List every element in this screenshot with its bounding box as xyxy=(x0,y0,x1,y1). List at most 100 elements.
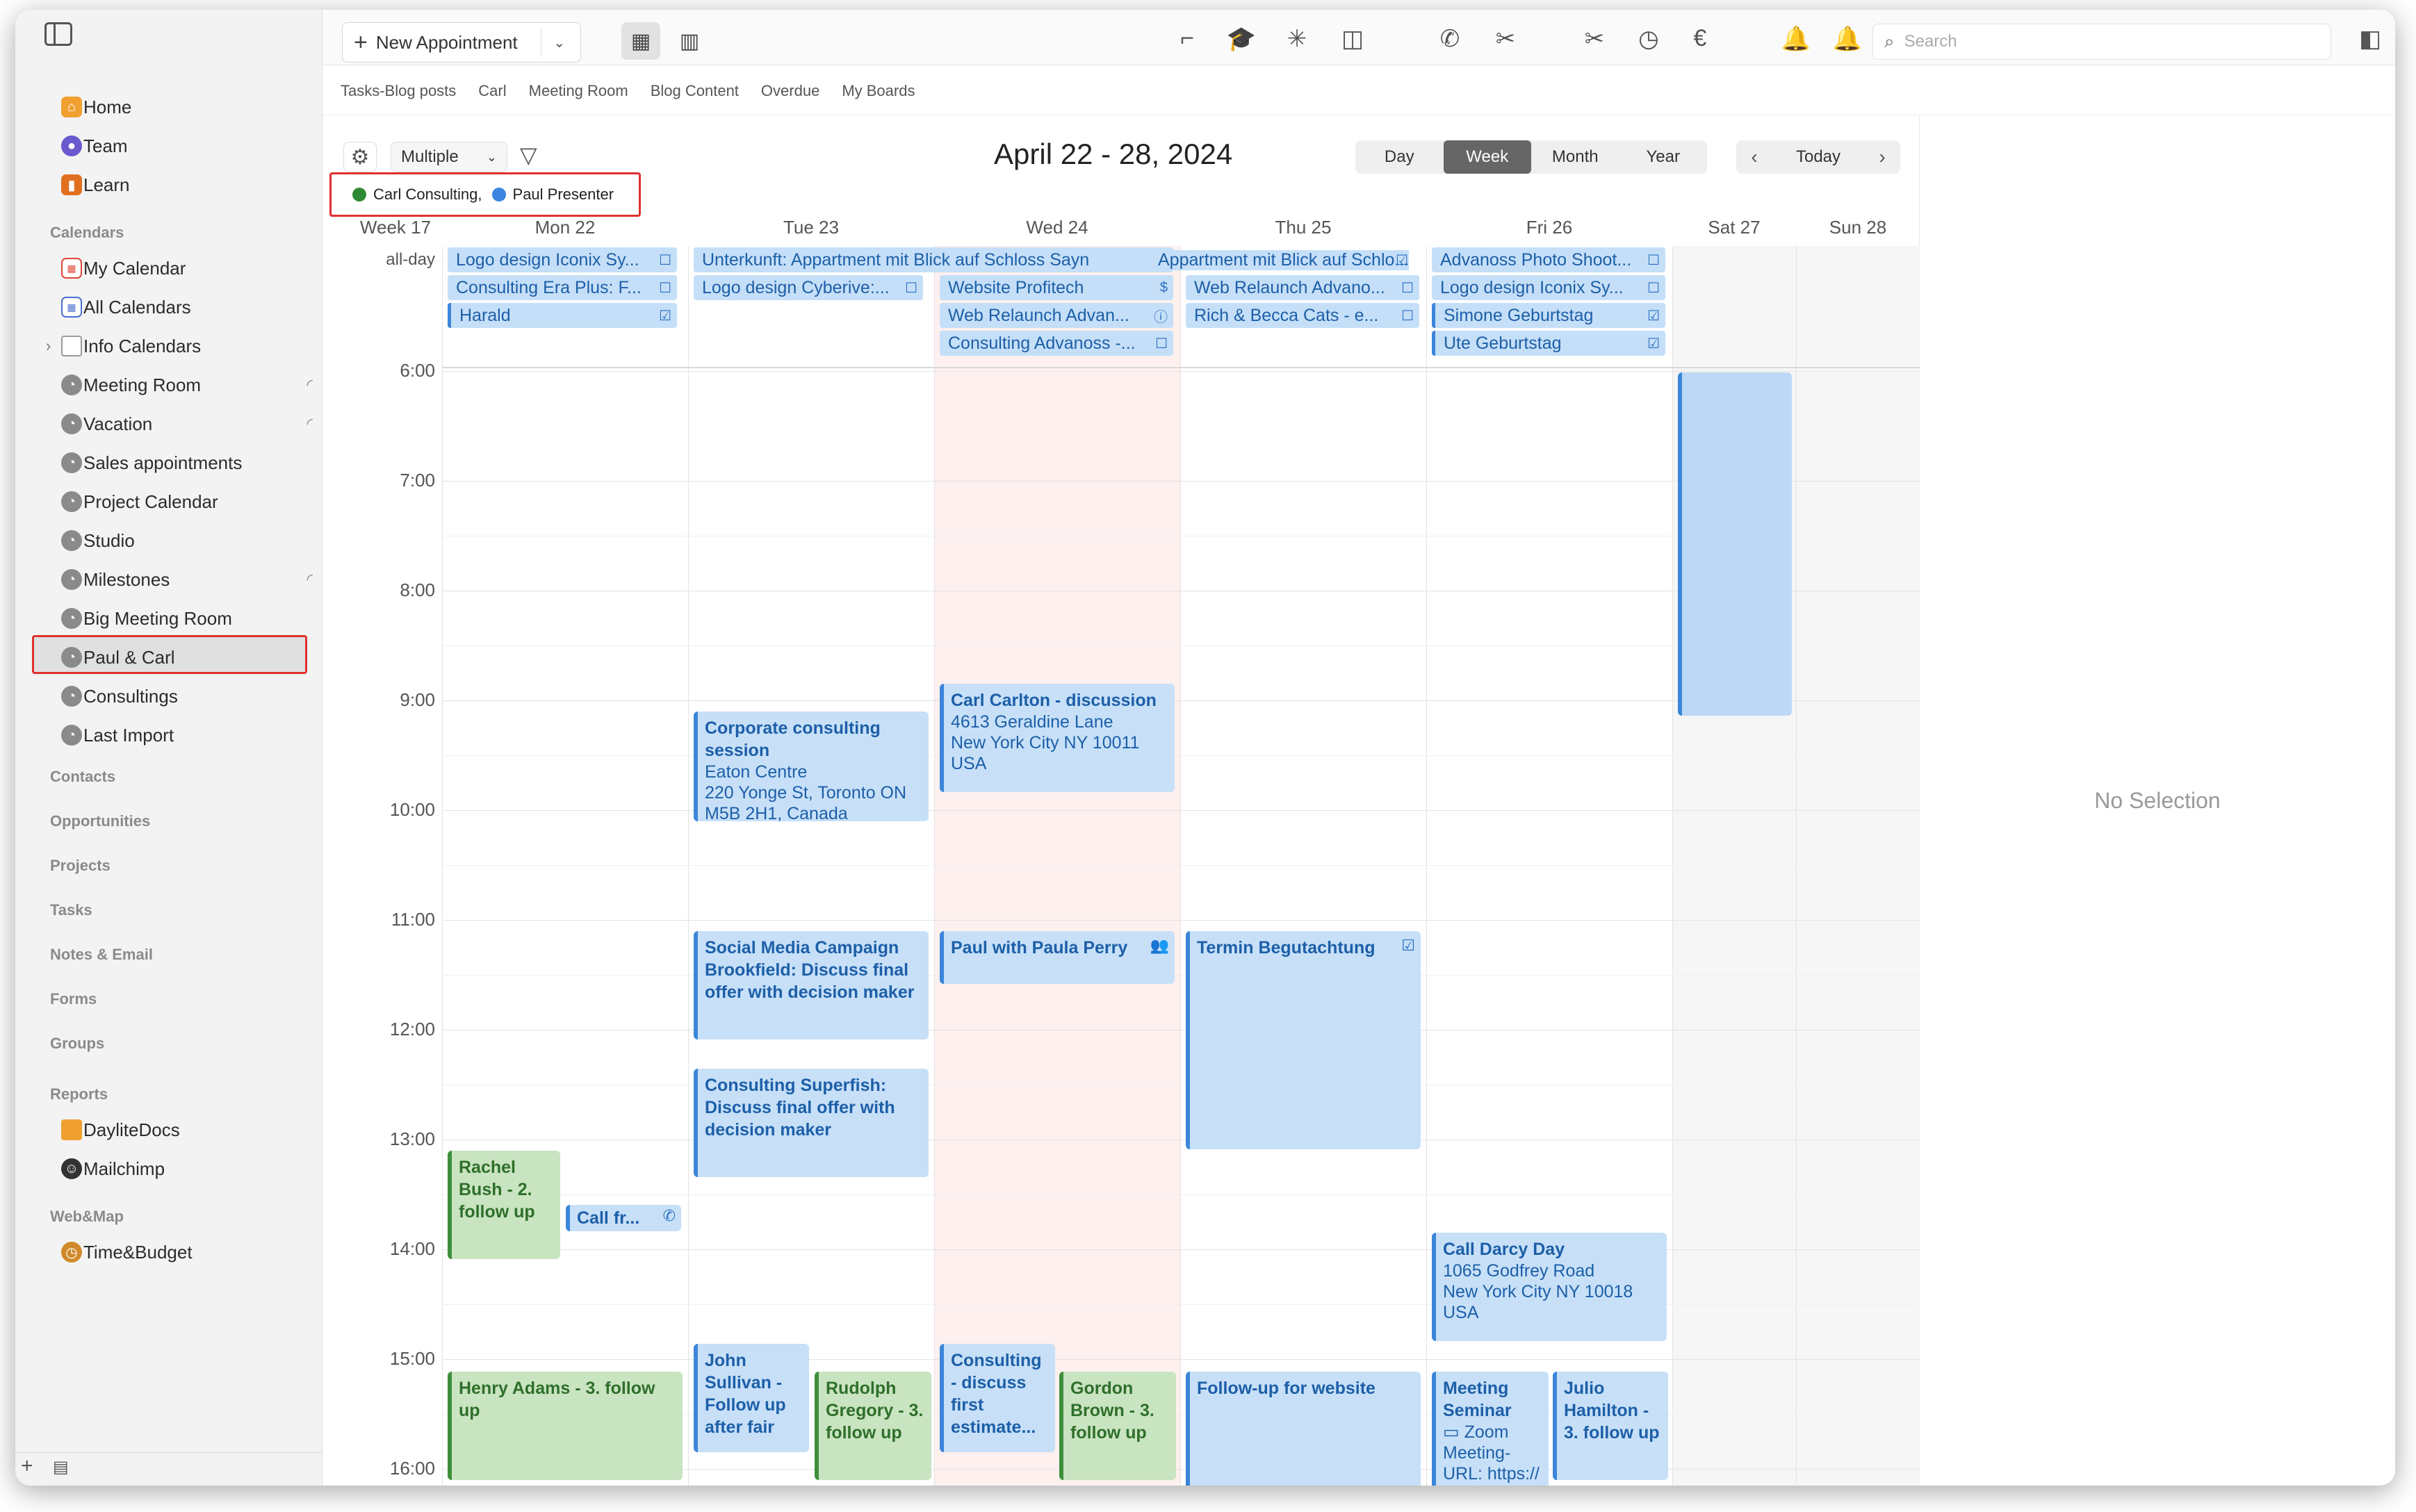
sidebar-item-mailchimp[interactable]: ☺ Mailchimp xyxy=(50,1149,321,1188)
allday-event[interactable]: Web Relaunch Advan... ⓘ xyxy=(940,303,1173,328)
reports-heading[interactable]: Reports xyxy=(50,1066,321,1110)
checked-checkbox-icon[interactable]: ☑ xyxy=(659,307,671,324)
calendars-heading[interactable]: Calendars xyxy=(50,204,321,249)
phone-icon[interactable]: ✆ xyxy=(1435,25,1465,53)
sidebar-section-notes-email[interactable]: Notes & Email xyxy=(50,932,321,977)
filter-icon[interactable]: ▽ xyxy=(520,142,537,168)
checkbox-icon[interactable]: ☐ xyxy=(659,279,671,297)
day-header-fri[interactable]: Fri 26 xyxy=(1426,217,1672,245)
day-header-sat[interactable]: Sat 27 xyxy=(1672,217,1796,245)
event-consulting-superfish[interactable]: Consulting Superfish: Discuss final offe… xyxy=(694,1069,929,1177)
checkbox-icon[interactable]: ☐ xyxy=(659,252,671,269)
day-header-thu[interactable]: Thu 25 xyxy=(1180,217,1426,245)
active-calendars-filter[interactable]: Carl Consulting, Paul Presenter xyxy=(329,172,641,217)
sparkle-icon[interactable]: ✳ xyxy=(1282,25,1312,53)
saturday-event-block[interactable] xyxy=(1678,372,1792,716)
new-appointment-button[interactable]: + New Appointment ⌄ xyxy=(342,22,581,63)
event-social-media-campaign[interactable]: Social Media Campaign Brookfield: Discus… xyxy=(694,931,929,1040)
day-header-wed[interactable]: Wed 24 xyxy=(934,217,1180,245)
allday-event[interactable]: Logo design Iconix Sy... ☐ xyxy=(1432,275,1665,300)
sidebar-item-consultings[interactable]: ◔ Consultings xyxy=(50,677,321,716)
checked-checkbox-icon[interactable]: ☑ xyxy=(1647,307,1660,324)
allday-event[interactable]: Advanoss Photo Shoot... ☐ xyxy=(1432,247,1665,272)
chevron-left-icon[interactable]: ‹ xyxy=(1736,146,1772,168)
event-rachel-bush[interactable]: Rachel Bush - 2. follow up xyxy=(448,1151,560,1259)
event-termin-begutachtung[interactable]: Termin Begutachtung ☑ xyxy=(1186,931,1421,1149)
event-carl-carlton[interactable]: Carl Carlton - discussion 4613 Geraldine… xyxy=(940,684,1175,792)
allday-event[interactable]: Consulting Advanoss -... ☐ xyxy=(940,331,1173,356)
link-icon[interactable]: ⌐ xyxy=(1172,25,1202,52)
event-paul-with-paula[interactable]: Paul with Paula Perry 👥 xyxy=(940,931,1175,984)
day-view-button[interactable]: Day xyxy=(1355,140,1444,174)
sidebar-item-all-calendars[interactable]: ▦ All Calendars xyxy=(50,288,321,327)
checked-checkbox-icon[interactable]: ☑ xyxy=(1401,937,1415,955)
event-julio-hamilton[interactable]: Julio Hamilton - 3. follow up xyxy=(1553,1372,1668,1480)
graduation-cap-icon[interactable]: 🎓 xyxy=(1226,25,1257,53)
web-map-heading[interactable]: Web&Map xyxy=(50,1188,321,1233)
sidebar-item-big-meeting-room[interactable]: ◔ Big Meeting Room xyxy=(50,599,321,638)
allday-event[interactable]: Consulting Era Plus: F... ☐ xyxy=(448,275,677,300)
favorite-tasks-blog-posts[interactable]: Tasks-Blog posts xyxy=(341,82,456,100)
table-view-icon[interactable]: ▥ xyxy=(670,22,709,60)
favorite-blog-content[interactable]: Blog Content xyxy=(651,82,739,100)
chevron-down-icon[interactable]: ⌄ xyxy=(553,34,565,51)
sidebar-item-meeting-room[interactable]: ◔ Meeting Room ◜ xyxy=(50,365,321,404)
month-view-button[interactable]: Month xyxy=(1531,140,1619,174)
sidebar-item-time-budget[interactable]: ◷ Time&Budget xyxy=(50,1233,321,1272)
sidebar-item-learn[interactable]: ▮ Learn xyxy=(50,165,321,204)
disclosure-chevron-icon[interactable]: › xyxy=(46,337,51,355)
settings-gear-icon[interactable]: ⚙ xyxy=(343,142,377,172)
allday-event[interactable]: Logo design Iconix Sy... ☐ xyxy=(448,247,677,272)
checked-checkbox-icon[interactable]: ☑ xyxy=(1396,252,1408,269)
favorite-overdue[interactable]: Overdue xyxy=(761,82,819,100)
sidebar-section-contacts[interactable]: Contacts xyxy=(50,755,321,799)
chevron-right-icon[interactable]: › xyxy=(1864,146,1900,168)
sidebar-item-sales-appointments[interactable]: ◔ Sales appointments xyxy=(50,443,321,482)
checkbox-icon[interactable]: ☐ xyxy=(1401,279,1414,297)
search-field[interactable]: ⌕ Search xyxy=(1872,24,2331,60)
allday-event[interactable]: Unterkunft: Appartment mit Blick auf Sch… xyxy=(694,247,1173,272)
sidebar-toggle-icon[interactable] xyxy=(44,22,72,46)
bell-icon[interactable]: 🔔 xyxy=(1832,25,1863,53)
sidebar-item-paul-carl[interactable]: ◔ Paul & Carl xyxy=(50,638,321,677)
event-consulting-estimate[interactable]: Consulting - discuss first estimate... xyxy=(940,1344,1055,1452)
calendar-small-icon[interactable]: ▤ xyxy=(53,1457,69,1477)
layout-icon[interactable]: ◫ xyxy=(1337,25,1368,53)
checkbox-icon[interactable]: ☐ xyxy=(1401,307,1414,324)
allday-event[interactable]: Ute Geburtstag ☑ xyxy=(1432,331,1665,356)
sidebar-item-studio[interactable]: ◔ Studio xyxy=(50,521,321,560)
checked-checkbox-icon[interactable]: ☑ xyxy=(1647,335,1660,352)
year-view-button[interactable]: Year xyxy=(1619,140,1708,174)
sidebar-section-tasks[interactable]: Tasks xyxy=(50,888,321,932)
sidebar-item-info-calendars[interactable]: › Info Calendars xyxy=(46,327,321,365)
sidebar-section-groups[interactable]: Groups xyxy=(50,1021,321,1066)
checkbox-icon[interactable]: ☐ xyxy=(1647,252,1660,269)
event-john-sullivan[interactable]: John Sullivan - Follow up after fair xyxy=(694,1344,809,1452)
event-gordon-brown[interactable]: Gordon Brown - 3. follow up xyxy=(1059,1372,1176,1480)
calendar-mode-select[interactable]: Multiple ⌄ xyxy=(391,142,507,172)
notification-settings-icon[interactable]: 🔔 xyxy=(1781,25,1811,53)
sidebar-item-daylitedocs[interactable]: DayliteDocs xyxy=(50,1110,321,1149)
event-follow-up-website[interactable]: Follow-up for website xyxy=(1186,1372,1421,1486)
event-henry-adams[interactable]: Henry Adams - 3. follow up xyxy=(448,1372,683,1480)
inspector-toggle-icon[interactable]: ◧ xyxy=(2355,25,2385,53)
event-meeting-seminar[interactable]: Meeting Seminar ▭ Zoom Meeting-URL: http… xyxy=(1432,1372,1549,1486)
sidebar-section-projects[interactable]: Projects xyxy=(50,844,321,888)
week-view-button[interactable]: Week xyxy=(1443,140,1531,174)
event-call[interactable]: Call fr... ✆ xyxy=(566,1205,681,1231)
week-grid[interactable]: all-day 6:00 7:00 8:00 9:00 10:00 11:00 … xyxy=(323,246,1920,1486)
sidebar-item-my-calendar[interactable]: ▦ My Calendar xyxy=(50,249,321,288)
sidebar-item-last-import[interactable]: ◔ Last Import xyxy=(50,716,321,755)
day-header-tue[interactable]: Tue 23 xyxy=(688,217,934,245)
today-button[interactable]: Today xyxy=(1772,147,1864,167)
event-rudolph-gregory[interactable]: Rudolph Gregory - 3. follow up xyxy=(815,1372,931,1480)
calendar-view-icon[interactable]: ▦ xyxy=(621,22,660,60)
allday-event[interactable]: Appartment mit Blick auf Schlo... ☑ xyxy=(1150,247,1414,272)
day-header-mon[interactable]: Mon 22 xyxy=(442,217,688,245)
allday-event[interactable]: Web Relaunch Advano... ☐ xyxy=(1186,275,1419,300)
add-icon[interactable]: + xyxy=(21,1454,33,1478)
allday-event[interactable]: Harald ☑ xyxy=(448,303,677,328)
favorite-carl[interactable]: Carl xyxy=(478,82,506,100)
sidebar-section-forms[interactable]: Forms xyxy=(50,977,321,1021)
sidebar-item-home[interactable]: ⌂ Home xyxy=(50,88,321,126)
